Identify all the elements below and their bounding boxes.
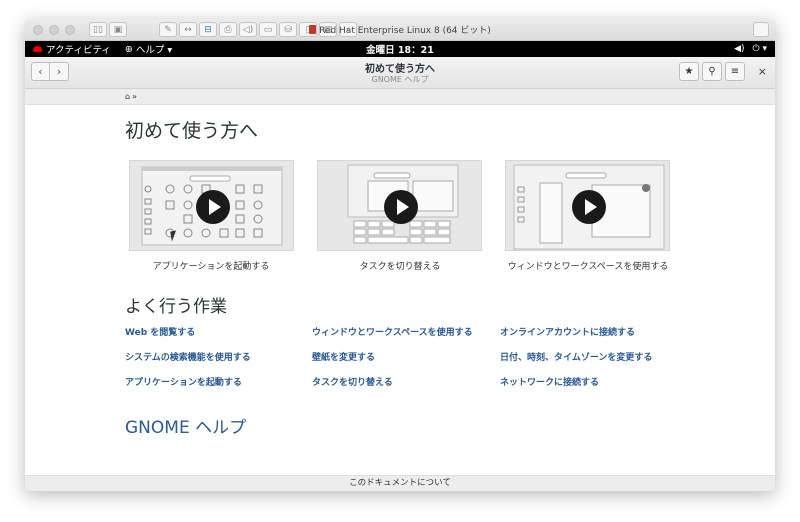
disk-icon[interactable]: ⛁	[279, 22, 297, 37]
about-document-link[interactable]: このドキュメントについて	[25, 475, 775, 491]
arrows-icon[interactable]: ↔	[179, 22, 197, 37]
window-subtitle: GNOME ヘルプ	[371, 75, 429, 84]
play-icon[interactable]	[572, 190, 606, 224]
link-change-wallpaper[interactable]: 壁紙を変更する	[312, 350, 375, 363]
drive-icon[interactable]: ⊟	[199, 22, 217, 37]
link-date-time[interactable]: 日付、時刻、タイムゾーンを変更する	[500, 350, 652, 363]
volume-icon: ◀)	[734, 44, 745, 54]
breadcrumb-separator: »	[132, 92, 137, 101]
usb-icon[interactable]: ▯	[299, 22, 317, 37]
close-window-button[interactable]	[33, 24, 43, 35]
video-caption: タスクを切り替える	[359, 262, 441, 272]
video-caption: ウィンドウとワークスペースを使用する	[507, 262, 669, 272]
vm-window: ▯▯ ▣ ✎ ↔ ⊟ ⎙ ◁) ▭ ⛁ ▯ ▤ ‹ Red Hat Enterp…	[25, 19, 775, 491]
link-browse-web[interactable]: Web を閲覧する	[125, 325, 195, 338]
menu-button[interactable]: ≡	[725, 62, 745, 81]
page-title: 初めて使う方へ	[125, 120, 259, 142]
link-online-accounts[interactable]: オンラインアカウントに接続する	[500, 325, 635, 338]
play-icon[interactable]	[196, 190, 230, 224]
close-button[interactable]: ×	[758, 65, 767, 78]
link-system-search[interactable]: システムの検索機能を使用する	[125, 350, 251, 363]
bookmark-button[interactable]: ★	[679, 62, 699, 81]
sound-icon[interactable]: ◁)	[239, 22, 257, 37]
help-header-bar: ‹ › 初めて使う方へ GNOME ヘルプ ★ ⚲ ≡ ×	[25, 57, 775, 89]
play-icon[interactable]	[384, 190, 418, 224]
gnome-top-bar: アクティビティ ⊕ ヘルプ ▾ 金曜日 18：21 ◀) ⏻ ▾	[25, 41, 775, 57]
pause-icon[interactable]: ▯▯	[89, 22, 107, 37]
header-actions: ★ ⚲ ≡	[679, 62, 745, 81]
video-switch-tasks[interactable]	[317, 160, 482, 251]
video-windows-workspaces[interactable]	[505, 160, 670, 251]
home-icon[interactable]: ⌂	[125, 92, 130, 101]
minimize-window-button[interactable]	[49, 24, 59, 35]
power-icon: ⏻ ▾	[752, 44, 768, 54]
system-tray[interactable]: ◀) ⏻ ▾	[734, 44, 767, 54]
breadcrumb: ⌂ »	[25, 89, 775, 105]
search-button[interactable]: ⚲	[702, 62, 722, 81]
link-launch-apps[interactable]: アプリケーションを起動する	[125, 375, 242, 388]
window-controls	[33, 24, 75, 35]
vm-toolbar: ▯▯ ▣ ✎ ↔ ⊟ ⎙ ◁) ▭ ⛁ ▯ ▤ ‹	[89, 22, 357, 37]
window-title: 初めて使う方へ	[365, 64, 435, 75]
link-switch-tasks[interactable]: タスクを切り替える	[312, 375, 393, 388]
clock[interactable]: 金曜日 18：21	[25, 42, 775, 56]
snapshot-icon[interactable]: ▣	[109, 22, 127, 37]
fullscreen-icon[interactable]	[753, 22, 769, 37]
gnome-help-link[interactable]: GNOME ヘルプ	[125, 413, 246, 438]
shared-folder-icon[interactable]: ▤	[319, 22, 337, 37]
help-page-content: 初めて使う方へ アプリケーションを起動する タスクを切り替える ウィンドウとワー…	[25, 106, 775, 476]
video-launch-apps[interactable]	[129, 160, 294, 251]
link-network[interactable]: ネットワークに接続する	[500, 375, 599, 388]
link-windows-workspaces[interactable]: ウィンドウとワークスペースを使用する	[312, 325, 473, 338]
video-caption: アプリケーションを起動する	[152, 262, 270, 272]
common-tasks-heading: よく行う作業	[125, 297, 227, 317]
printer-icon[interactable]: ⎙	[219, 22, 237, 37]
chevron-left-icon[interactable]: ‹	[339, 22, 357, 37]
vm-titlebar: ▯▯ ▣ ✎ ↔ ⊟ ⎙ ◁) ▭ ⛁ ▯ ▤ ‹ Red Hat Enterp…	[25, 19, 775, 41]
zoom-window-button[interactable]	[65, 24, 75, 35]
wrench-icon[interactable]: ✎	[159, 22, 177, 37]
camera-icon[interactable]: ▭	[259, 22, 277, 37]
